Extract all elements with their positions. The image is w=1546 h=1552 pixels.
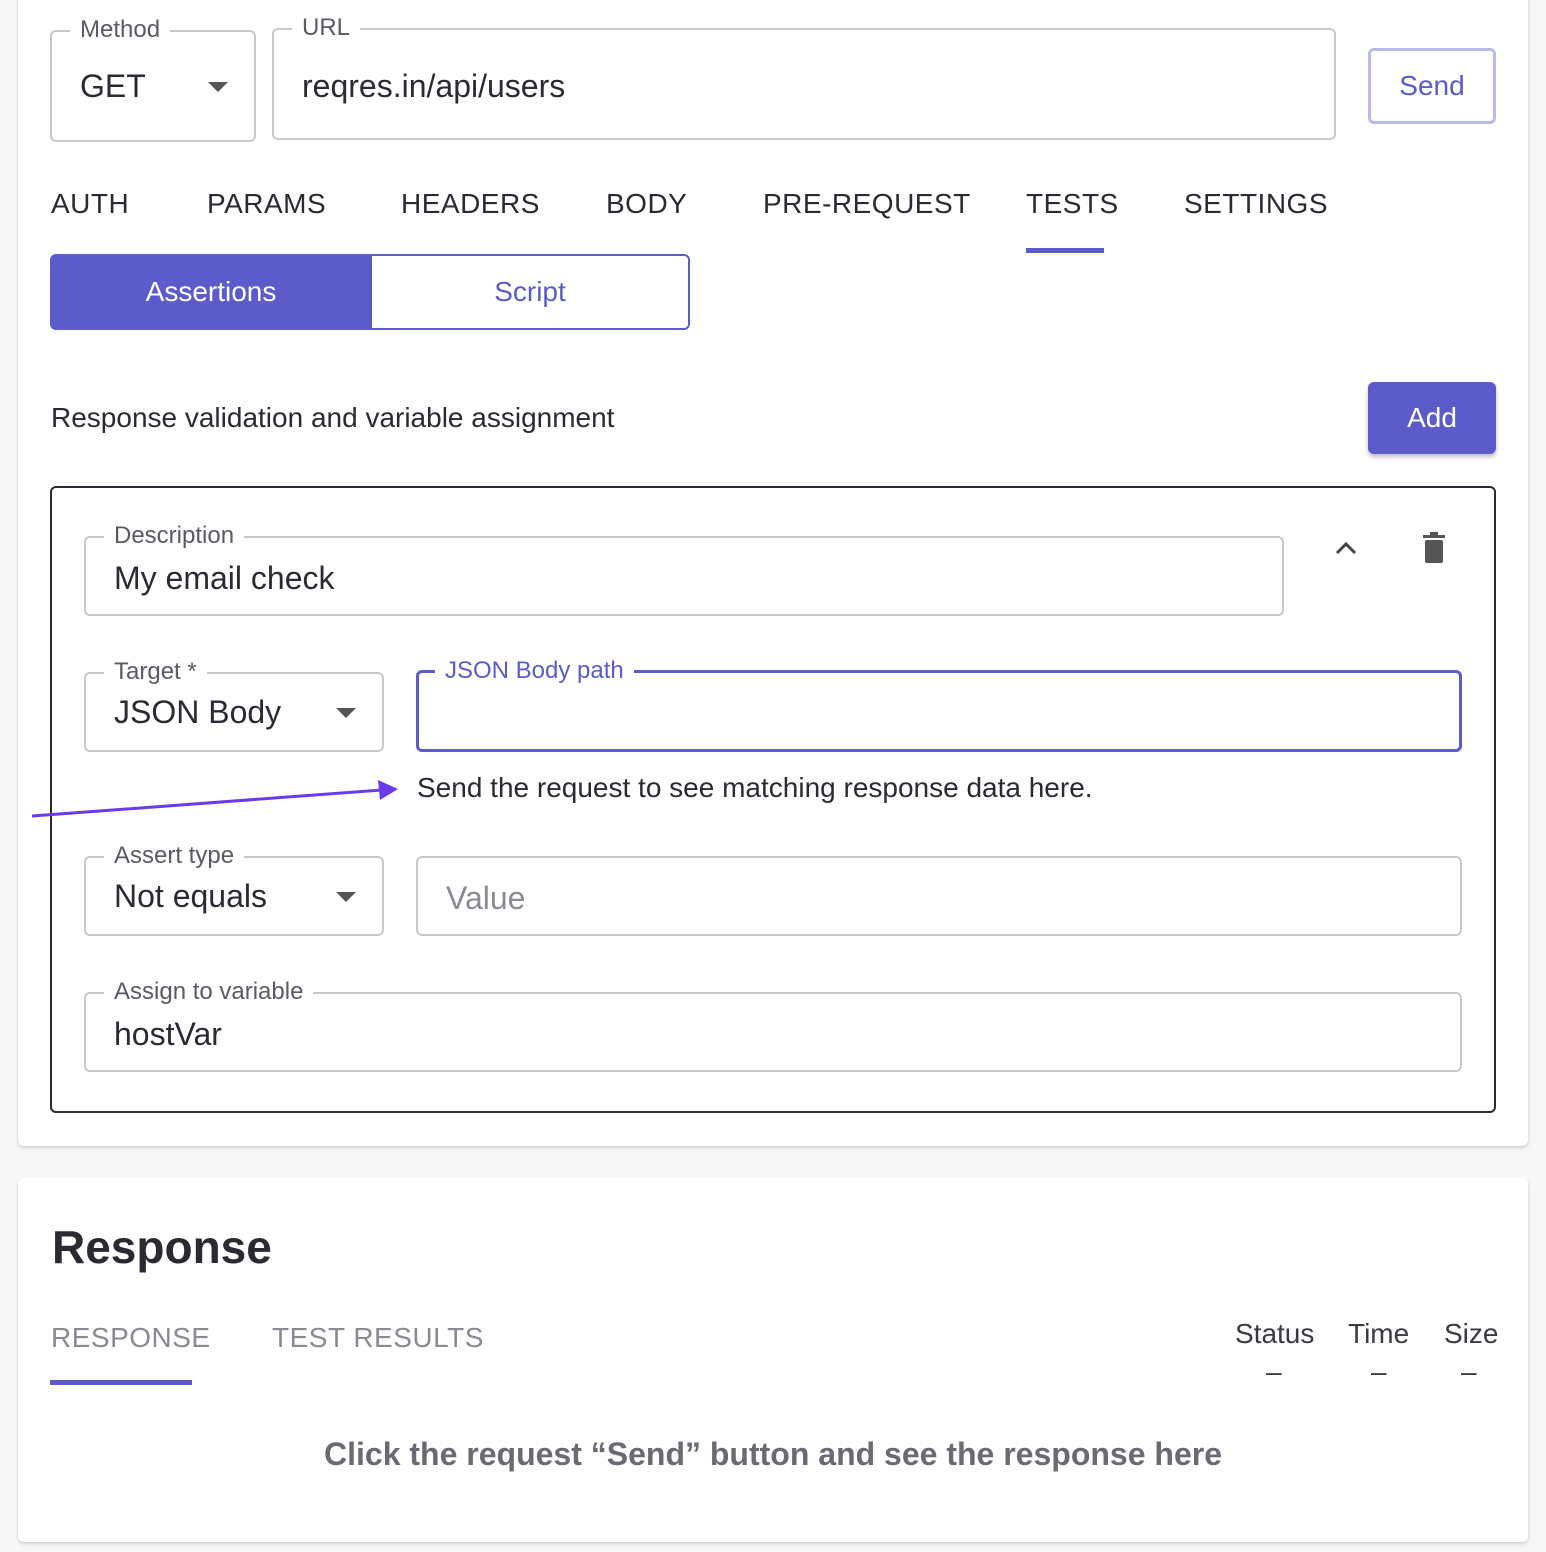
tab-headers[interactable]: HEADERS [401,188,540,220]
url-value: reqres.in/api/users [302,68,566,104]
assign-variable-value: hostVar [114,1016,222,1052]
method-label: Method [70,16,171,44]
url-input[interactable]: URL reqres.in/api/users [272,14,1336,140]
target-select[interactable]: Target * JSON Body [84,658,384,752]
size-label: Size [1444,1318,1499,1349]
segment-script[interactable]: Script [370,254,690,330]
chevron-down-icon [208,82,228,92]
assert-type-value: Not equals [114,878,267,914]
tab-body[interactable]: BODY [606,188,687,220]
status-label: Status [1235,1318,1315,1349]
json-body-path-label: JSON Body path [435,657,634,685]
size-value: – [1461,1356,1477,1387]
tab-tests-indicator [1026,248,1104,253]
url-label: URL [292,14,361,42]
tab-tests[interactable]: TESTS [1026,188,1119,220]
target-value: JSON Body [114,694,282,730]
assign-variable-label: Assign to variable [104,978,314,1006]
assign-variable-input[interactable]: Assign to variable hostVar [84,978,1462,1072]
tab-settings[interactable]: SETTINGS [1184,188,1328,220]
tab-params[interactable]: PARAMS [207,188,326,220]
value-placeholder: Value [446,880,526,916]
tab-test-results[interactable]: TEST RESULTS [272,1322,484,1354]
json-body-path-input[interactable]: JSON Body path [416,657,1462,752]
time-label: Time [1348,1318,1410,1349]
description-value: My email check [114,560,335,596]
annotation-arrow-icon [31,780,398,818]
tests-subtitle: Response validation and variable assignm… [51,402,615,433]
assert-type-label: Assert type [104,842,245,870]
trash-icon[interactable] [1414,528,1454,568]
tab-response[interactable]: RESPONSE [51,1322,211,1354]
value-input[interactable]: Value [416,856,1462,936]
response-empty-message: Click the request “Send” button and see … [324,1436,1222,1472]
target-label: Target * [104,658,207,686]
chevron-down-icon [336,708,356,718]
chevron-up-icon[interactable] [1326,528,1366,568]
response-title: Response [52,1221,272,1273]
method-value: GET [80,68,146,104]
tab-pre-request[interactable]: PRE-REQUEST [763,188,971,220]
tab-auth[interactable]: AUTH [51,188,129,220]
status-value: – [1266,1356,1282,1387]
method-select[interactable]: Method GET [50,16,256,142]
chevron-down-icon [336,892,356,902]
tab-response-indicator [50,1380,192,1385]
description-label: Description [104,522,245,550]
json-body-path-helper: Send the request to see matching respons… [417,772,1093,803]
time-value: – [1371,1356,1387,1387]
add-assertion-button[interactable]: Add [1368,382,1496,454]
segment-assertions[interactable]: Assertions [50,254,372,330]
assert-type-select[interactable]: Assert type Not equals [84,842,384,936]
send-button[interactable]: Send [1368,48,1496,124]
description-input[interactable]: Description My email check [84,522,1284,616]
